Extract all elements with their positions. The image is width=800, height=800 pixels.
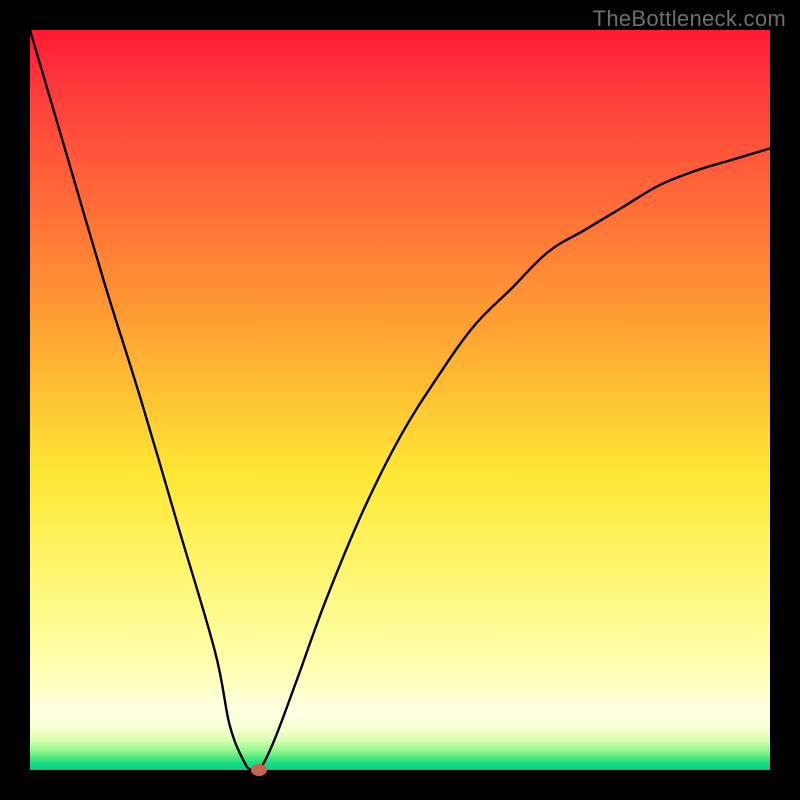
chart-frame: TheBottleneck.com bbox=[0, 0, 800, 800]
watermark-text: TheBottleneck.com bbox=[593, 6, 786, 32]
plot-area bbox=[30, 30, 770, 770]
bottleneck-curve-path bbox=[30, 30, 770, 773]
minimum-marker bbox=[251, 764, 267, 776]
curve-svg bbox=[30, 30, 770, 770]
